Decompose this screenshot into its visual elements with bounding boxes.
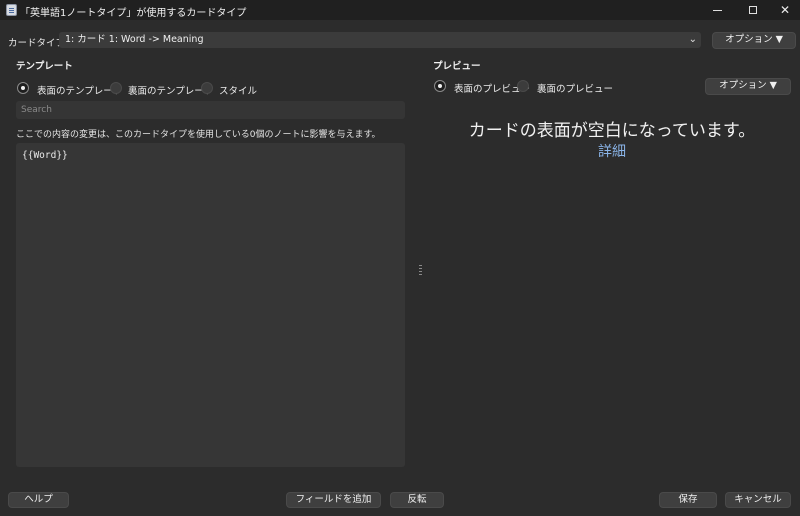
- radio-front-preview[interactable]: [434, 80, 446, 92]
- preview-options-button[interactable]: オプション ▼: [705, 78, 791, 95]
- card-type-selected-value: 1: カード 1: Word -> Meaning: [65, 34, 204, 45]
- preview-section-title: プレビュー: [433, 61, 481, 72]
- template-info-text: ここでの内容の変更は、このカードタイプを使用している0個のノートに影響を与えます…: [16, 130, 381, 140]
- minimize-button[interactable]: [698, 0, 736, 20]
- maximize-button[interactable]: [734, 0, 772, 20]
- template-editor[interactable]: {{Word}}: [16, 143, 405, 467]
- help-button[interactable]: ヘルプ: [8, 492, 69, 508]
- splitter-handle[interactable]: [419, 265, 422, 275]
- card-type-select[interactable]: 1: カード 1: Word -> Meaning ⌄: [59, 32, 701, 48]
- template-section-title: テンプレート: [16, 61, 73, 72]
- details-link[interactable]: 詳細: [433, 141, 791, 161]
- minimize-icon: [712, 9, 722, 11]
- chevron-down-icon: ⌄: [688, 34, 697, 45]
- flip-button[interactable]: 反転: [390, 492, 444, 508]
- radio-styling-label[interactable]: スタイル: [219, 83, 257, 97]
- anki-app-icon: [6, 4, 17, 16]
- add-field-button[interactable]: フィールドを追加: [286, 492, 381, 508]
- close-icon: ✕: [779, 3, 791, 17]
- window-title: 「英単語1ノートタイプ」が使用するカードタイプ: [20, 8, 247, 19]
- preview-blank-message: カードの表面が空白になっています。: [468, 121, 756, 141]
- save-button[interactable]: 保存: [659, 492, 717, 508]
- radio-styling[interactable]: [201, 82, 213, 94]
- card-type-options-button[interactable]: オプション ▼: [712, 32, 796, 49]
- radio-back-preview-label[interactable]: 裏面のプレビュー: [537, 81, 613, 95]
- close-button[interactable]: ✕: [770, 0, 800, 20]
- template-editor-content: {{Word}}: [22, 150, 68, 161]
- maximize-icon: [749, 6, 757, 14]
- radio-back-template[interactable]: [110, 82, 122, 94]
- search-input[interactable]: Search: [16, 101, 405, 119]
- radio-back-preview[interactable]: [517, 80, 529, 92]
- cancel-button[interactable]: キャンセル: [725, 492, 791, 508]
- radio-front-template[interactable]: [17, 82, 29, 94]
